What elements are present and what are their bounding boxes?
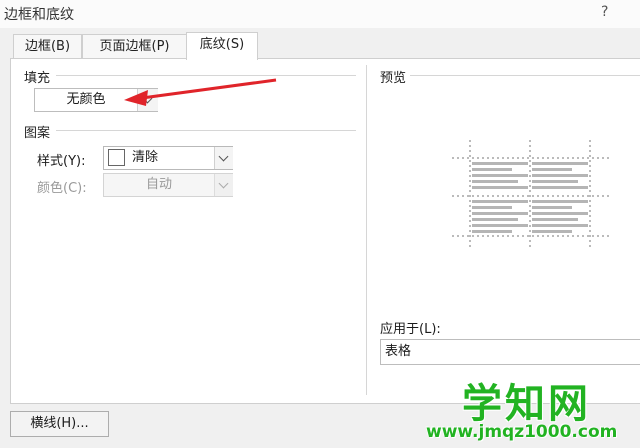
- tab-page-border[interactable]: 页面边框(P): [82, 34, 187, 59]
- title-bar: 边框和底纹 ?: [0, 0, 640, 28]
- style-swatch: [108, 149, 125, 166]
- tab-shading[interactable]: 底纹(S): [186, 32, 258, 60]
- pattern-color-dropdown: 自动: [103, 173, 233, 197]
- horizontal-line-button[interactable]: 横线(H)...: [10, 411, 109, 437]
- fill-section-label: 填充: [24, 71, 51, 86]
- preview-label: 预览: [380, 71, 407, 86]
- pattern-section-label: 图案: [24, 126, 51, 141]
- color-dropdown-button: [214, 174, 233, 196]
- watermark-logo: 学知网: [462, 381, 591, 427]
- chevron-down-icon: [218, 178, 229, 189]
- fill-dropdown-button[interactable]: [137, 89, 158, 111]
- chevron-down-icon: [142, 93, 153, 104]
- fill-color-dropdown[interactable]: 无颜色: [34, 88, 158, 112]
- preview-divider: [410, 75, 640, 76]
- vertical-separator: [366, 65, 367, 395]
- color-label: 颜色(C):: [37, 181, 87, 196]
- pattern-divider: [56, 130, 356, 131]
- watermark-url: www.jmqz1000.com: [426, 422, 618, 442]
- apply-to-label: 应用于(L):: [380, 322, 441, 337]
- tab-borders[interactable]: 边框(B): [13, 34, 82, 59]
- color-value: 自动: [145, 177, 172, 192]
- style-dropdown-button[interactable]: [214, 147, 233, 169]
- fill-divider: [56, 75, 356, 76]
- apply-to-value: 表格: [385, 344, 412, 359]
- style-label: 样式(Y):: [37, 154, 86, 169]
- pattern-style-dropdown[interactable]: 清除: [103, 146, 233, 170]
- preview-table-icon: [452, 140, 612, 250]
- fill-color-value: 无颜色: [66, 92, 106, 107]
- chevron-down-icon: [218, 151, 229, 162]
- style-value: 清除: [132, 150, 159, 165]
- apply-to-dropdown[interactable]: 表格: [380, 339, 640, 365]
- window-title: 边框和底纹: [4, 7, 74, 23]
- help-icon[interactable]: ?: [601, 4, 608, 20]
